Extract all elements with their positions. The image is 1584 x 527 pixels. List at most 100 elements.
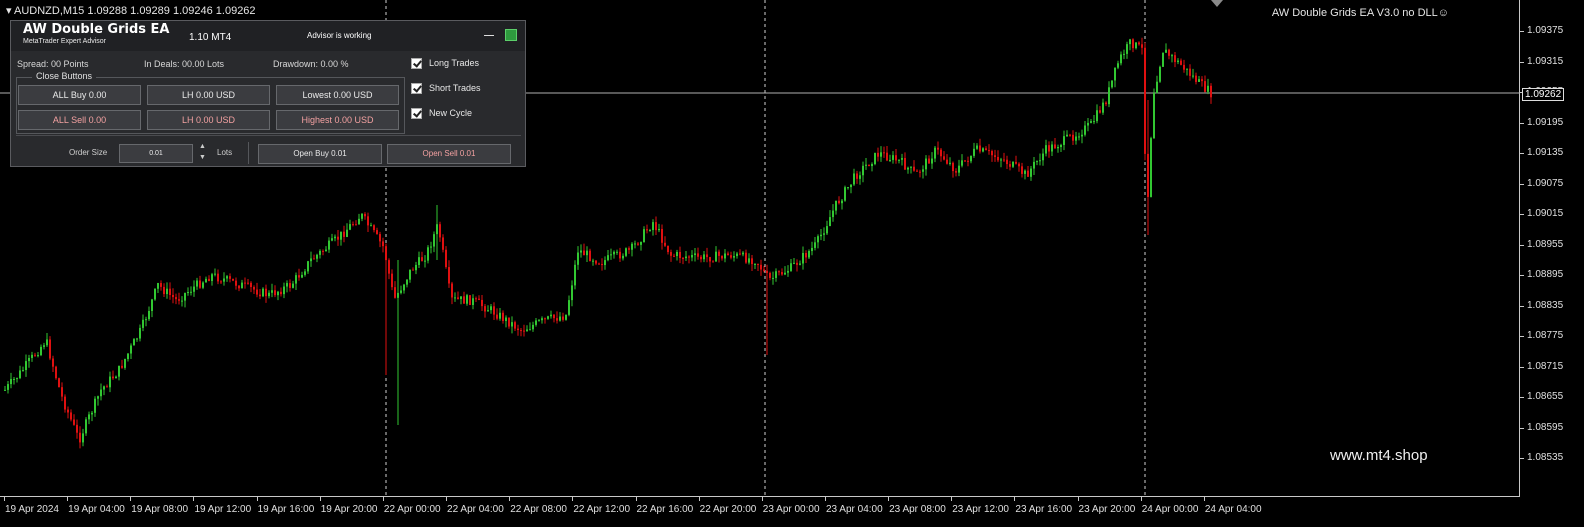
candle-body bbox=[1027, 170, 1029, 177]
candle-body bbox=[1024, 170, 1026, 174]
lh-sell-button[interactable]: LH 0.00 USD bbox=[147, 110, 270, 130]
candle-body bbox=[328, 240, 330, 250]
candle-body bbox=[274, 290, 276, 296]
candle-body bbox=[10, 379, 12, 385]
lowest-button[interactable]: Lowest 0.00 USD bbox=[276, 85, 399, 105]
candle-body bbox=[748, 258, 750, 263]
time-tick-label: 24 Apr 00:00 bbox=[1141, 504, 1199, 515]
candle-body bbox=[190, 291, 192, 293]
candle-body bbox=[853, 173, 855, 185]
short-trades-label: Short Trades bbox=[429, 83, 481, 93]
candle-body bbox=[757, 263, 759, 265]
time-tick-label: 19 Apr 20:00 bbox=[320, 504, 378, 515]
candle-body bbox=[7, 384, 9, 390]
minimize-button[interactable] bbox=[483, 29, 495, 41]
candle-body bbox=[1075, 136, 1077, 141]
candle-body bbox=[985, 148, 987, 151]
candle-body bbox=[811, 247, 813, 252]
candle-body bbox=[235, 280, 237, 286]
candle-body bbox=[1030, 168, 1032, 177]
candle-body bbox=[880, 152, 882, 157]
candle-body bbox=[1114, 67, 1116, 81]
new-cycle-label: New Cycle bbox=[429, 108, 473, 118]
open-buy-button[interactable]: Open Buy 0.01 bbox=[258, 144, 382, 164]
new-cycle-checkbox[interactable] bbox=[411, 108, 422, 119]
candle-body bbox=[286, 283, 288, 287]
candle-body bbox=[682, 257, 684, 259]
candle-body bbox=[1189, 68, 1191, 76]
open-sell-button[interactable]: Open Sell 0.01 bbox=[387, 144, 511, 164]
panel-vertical-divider bbox=[248, 142, 249, 164]
candle-body bbox=[775, 271, 777, 278]
price-tick-label: 1.08655 bbox=[1527, 391, 1564, 402]
candle-body bbox=[874, 152, 876, 165]
panel-header[interactable]: AW Double Grids EA MetaTrader Expert Adv… bbox=[11, 21, 525, 51]
candle-body bbox=[82, 433, 84, 443]
time-tick-mark bbox=[4, 497, 5, 501]
time-tick-mark bbox=[382, 497, 384, 501]
candle-body bbox=[1201, 79, 1203, 82]
time-tick-mark bbox=[824, 497, 826, 501]
candle-body bbox=[799, 263, 801, 265]
price-tick-mark bbox=[1520, 305, 1524, 307]
time-tick-label: 19 Apr 04:00 bbox=[68, 504, 125, 515]
time-axis[interactable]: 19 Apr 2024 19 Apr 04:00 19 Apr 08:00 19 Ap… bbox=[0, 497, 1520, 527]
candle-body bbox=[169, 288, 171, 295]
candle-body bbox=[694, 253, 696, 256]
candle-body bbox=[754, 263, 756, 265]
candle-body bbox=[1078, 136, 1080, 138]
candle-body bbox=[832, 210, 834, 218]
candle-body bbox=[1144, 47, 1146, 154]
candle-body bbox=[283, 286, 285, 295]
short-trades-checkbox[interactable] bbox=[411, 83, 422, 94]
candle-body bbox=[661, 228, 663, 243]
candle-body bbox=[517, 328, 519, 331]
price-tick-mark bbox=[1520, 366, 1524, 368]
candle-body bbox=[157, 283, 159, 289]
candle-body bbox=[916, 170, 918, 172]
candle-body bbox=[409, 269, 411, 280]
highest-button[interactable]: Highest 0.00 USD bbox=[276, 110, 399, 130]
candle-body bbox=[220, 281, 222, 283]
candle-body bbox=[181, 300, 183, 302]
time-tick-mark bbox=[319, 497, 321, 501]
candle-body bbox=[817, 236, 819, 243]
status-indicator-icon[interactable] bbox=[505, 29, 517, 41]
candle-body bbox=[85, 419, 87, 434]
time-tick-label: 23 Apr 16:00 bbox=[1015, 504, 1073, 515]
candle-body bbox=[205, 278, 207, 283]
candle-body bbox=[40, 346, 42, 356]
long-trades-checkbox[interactable] bbox=[411, 58, 422, 69]
candle-body bbox=[88, 414, 90, 420]
all-buy-button[interactable]: ALL Buy 0.00 bbox=[18, 85, 141, 105]
candle-body bbox=[430, 246, 432, 248]
symbol-info-text: AUDNZD,M15 1.09288 1.09289 1.09246 1.092… bbox=[13, 5, 256, 17]
price-axis[interactable]: 1.093751.093151.092551.091951.091351.090… bbox=[1520, 0, 1584, 497]
all-sell-button[interactable]: ALL Sell 0.00 bbox=[18, 110, 141, 130]
candle-body bbox=[871, 164, 873, 167]
candle-body bbox=[58, 378, 60, 388]
time-tick-mark bbox=[1203, 497, 1205, 501]
chart-shift-marker[interactable] bbox=[1211, 0, 1223, 7]
candle-body bbox=[130, 345, 132, 354]
ea-label: AW Double Grids EA V3.0 no DLL☺ bbox=[1271, 7, 1449, 19]
candle-body bbox=[979, 145, 981, 152]
stepper-down-icon[interactable]: ▼ bbox=[199, 154, 206, 161]
time-tick-label: 23 Apr 20:00 bbox=[1078, 504, 1136, 515]
time-tick-label: 22 Apr 00:00 bbox=[383, 504, 441, 515]
candle-body bbox=[541, 318, 543, 321]
candle-body bbox=[721, 255, 723, 259]
candle-body bbox=[232, 278, 234, 281]
candle-body bbox=[622, 255, 624, 259]
candle-body bbox=[136, 338, 138, 340]
lh-buy-button[interactable]: LH 0.00 USD bbox=[147, 85, 270, 105]
candle-body bbox=[268, 292, 270, 297]
candle-body bbox=[490, 306, 492, 311]
price-tick-mark bbox=[1520, 61, 1524, 63]
candle-body bbox=[1153, 93, 1155, 139]
order-size-input[interactable]: 0.01 bbox=[119, 144, 193, 163]
candle-body bbox=[700, 256, 702, 260]
stepper-up-icon[interactable]: ▲ bbox=[199, 143, 206, 150]
candle-body bbox=[1000, 159, 1002, 161]
candle-body bbox=[544, 318, 546, 320]
